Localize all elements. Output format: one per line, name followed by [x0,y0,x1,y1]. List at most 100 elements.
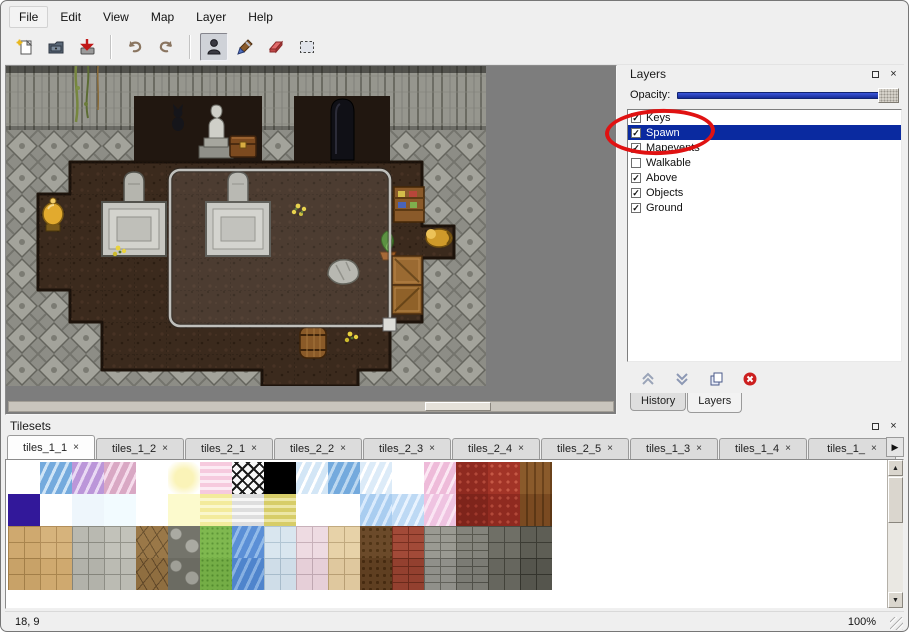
tileset-tile[interactable] [392,558,424,590]
close-tab-icon[interactable]: × [518,444,524,454]
tileset-tile[interactable] [392,494,424,526]
menu-view[interactable]: View [93,6,139,28]
tileset-tile[interactable] [328,558,360,590]
tileset-tile[interactable] [360,558,392,590]
scroll-up-button[interactable]: ▲ [888,460,903,476]
tileset-tab-tiles_1_4[interactable]: tiles_1_4× [719,438,807,459]
menu-file[interactable]: File [9,6,48,28]
delete-layer-button[interactable] [739,369,761,389]
redo-button[interactable] [152,33,180,61]
tileset-tile[interactable] [392,462,424,494]
tileset-tile[interactable] [488,462,520,494]
close-dock-button[interactable]: × [886,419,901,434]
layer-visibility-checkbox[interactable]: ✓ [631,143,641,153]
tileset-tile[interactable] [200,526,232,558]
tileset-tile[interactable] [40,494,72,526]
tileset-tile[interactable] [72,526,104,558]
new-file-button[interactable] [11,33,39,61]
tileset-tile[interactable] [424,526,456,558]
tileset-tile[interactable] [72,494,104,526]
tileset-tile[interactable] [520,558,552,590]
tileset-tile[interactable] [328,462,360,494]
tileset-tab-tiles_2_2[interactable]: tiles_2_2× [274,438,362,459]
tileset-tile[interactable] [232,558,264,590]
tileset-tile[interactable] [136,558,168,590]
tileset-tile[interactable] [520,462,552,494]
close-tab-icon[interactable]: × [785,444,791,454]
tileset-tile[interactable] [40,526,72,558]
layer-row-above[interactable]: ✓Above [628,170,901,185]
selection-tool-button[interactable] [293,33,321,61]
opacity-slider-handle[interactable] [878,88,899,103]
close-tab-icon[interactable]: × [871,444,877,454]
layer-visibility-checkbox[interactable]: ✓ [631,203,641,213]
dock-tab-history[interactable]: History [630,393,686,411]
tileset-tile[interactable] [8,558,40,590]
paint-tool-button[interactable] [231,33,259,61]
tileset-tile[interactable] [104,558,136,590]
tileset-tile[interactable] [360,462,392,494]
layer-row-ground[interactable]: ✓Ground [628,200,901,215]
tileset-tile[interactable] [104,462,136,494]
layer-row-objects[interactable]: ✓Objects [628,185,901,200]
float-dock-button[interactable] [868,67,883,82]
tileset-tab-tiles_1_[interactable]: tiles_1_× [808,438,896,459]
tileset-tile[interactable] [8,526,40,558]
tileset-tile[interactable] [520,494,552,526]
opacity-slider[interactable] [677,88,899,103]
scroll-tabs-right-button[interactable]: ▶ [886,437,904,457]
tileset-tile[interactable] [40,462,72,494]
undo-button[interactable] [121,33,149,61]
tileset-tile[interactable] [360,526,392,558]
close-tab-icon[interactable]: × [251,444,257,454]
tileset-tile[interactable] [136,462,168,494]
tileset-tile[interactable] [264,494,296,526]
tileset-tile[interactable] [264,462,296,494]
tileset-tile[interactable] [488,558,520,590]
tileset-tab-tiles_1_2[interactable]: tiles_1_2× [96,438,184,459]
float-dock-button[interactable] [868,419,883,434]
tileset-tile[interactable] [296,462,328,494]
raise-layer-button[interactable] [637,369,659,389]
tileset-tile[interactable] [488,526,520,558]
tileset-tile[interactable] [136,526,168,558]
tileset-tile[interactable] [456,462,488,494]
tileset-tile[interactable] [168,462,200,494]
close-tab-icon[interactable]: × [73,443,79,453]
map-horizontal-scrollbar[interactable] [8,401,614,412]
tileset-tile[interactable] [232,462,264,494]
eraser-tool-button[interactable] [262,33,290,61]
close-tab-icon[interactable]: × [162,444,168,454]
layer-row-walkable[interactable]: Walkable [628,155,901,170]
tileset-tile[interactable] [168,558,200,590]
tileset-tile[interactable] [296,494,328,526]
tileset-tile[interactable] [200,558,232,590]
tileset-tile[interactable] [456,558,488,590]
menu-layer[interactable]: Layer [186,6,236,28]
tileset-tile[interactable] [72,462,104,494]
tileset-vertical-scrollbar[interactable]: ▲ ▼ [887,460,903,608]
tileset-tile[interactable] [8,494,40,526]
tileset-tab-tiles_2_5[interactable]: tiles_2_5× [541,438,629,459]
tileset-tile[interactable] [264,526,296,558]
layer-visibility-checkbox[interactable]: ✓ [631,128,641,138]
tileset-tile[interactable] [328,494,360,526]
lower-layer-button[interactable] [671,369,693,389]
menu-edit[interactable]: Edit [50,6,91,28]
tileset-tile[interactable] [104,494,136,526]
dock-tab-layers[interactable]: Layers [687,393,742,413]
tileset-tile[interactable] [136,494,168,526]
close-tab-icon[interactable]: × [607,444,613,454]
tileset-tile[interactable] [424,558,456,590]
selection-resize-handle[interactable] [383,318,396,331]
layer-visibility-checkbox[interactable]: ✓ [631,173,641,183]
map-canvas[interactable] [6,66,486,386]
layer-row-mapevents[interactable]: ✓Mapevents [628,140,901,155]
tileset-tile[interactable] [168,494,200,526]
save-button[interactable] [73,33,101,61]
tileset-tile[interactable] [392,526,424,558]
duplicate-layer-button[interactable] [705,369,727,389]
tileset-tile[interactable] [8,462,40,494]
tileset-tab-tiles_2_4[interactable]: tiles_2_4× [452,438,540,459]
tileset-tile[interactable] [456,494,488,526]
